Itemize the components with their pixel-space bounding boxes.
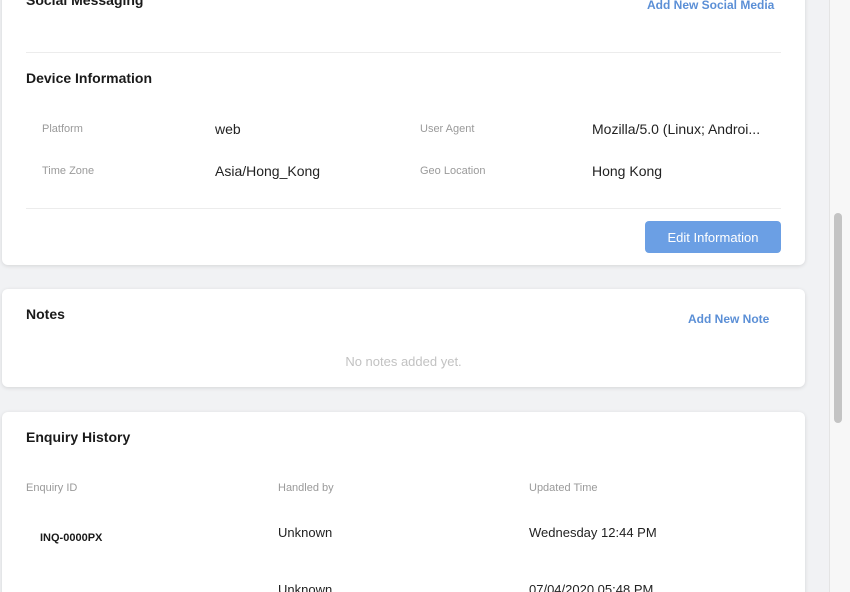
time-zone-value: Asia/Hong_Kong <box>215 163 321 179</box>
notes-title: Notes <box>26 306 65 322</box>
edit-information-button[interactable]: Edit Information <box>645 221 781 253</box>
vertical-scrollbar[interactable] <box>829 0 850 592</box>
enquiry-id-cell[interactable]: INQ-0000PX <box>40 532 102 544</box>
geo-location-label: Geo Location <box>420 165 486 177</box>
updated-time-cell: Wednesday 12:44 PM <box>529 525 657 540</box>
user-agent-label: User Agent <box>420 123 475 135</box>
platform-value: web <box>215 121 241 137</box>
contact-detail-page: Social Messaging Add New Social Media De… <box>0 0 850 592</box>
updated-time-cell: 07/04/2020 05:48 PM <box>529 582 654 592</box>
divider <box>26 208 781 209</box>
social-messaging-title: Social Messaging <box>26 0 144 8</box>
enquiry-history-card: Enquiry History Enquiry ID Handled by Up… <box>2 412 805 592</box>
column-header-enquiry-id[interactable]: Enquiry ID <box>26 482 77 494</box>
scrollbar-thumb[interactable] <box>834 213 842 423</box>
divider <box>26 52 781 53</box>
enquiry-history-title: Enquiry History <box>26 429 131 445</box>
add-social-media-link[interactable]: Add New Social Media <box>647 0 774 12</box>
geo-location-value: Hong Kong <box>592 163 663 179</box>
add-new-note-link[interactable]: Add New Note <box>688 312 769 326</box>
device-info-title: Device Information <box>26 70 153 86</box>
column-header-handled-by[interactable]: Handled by <box>278 482 334 494</box>
column-header-updated-time[interactable]: Updated Time <box>529 482 597 494</box>
notes-empty-state: No notes added yet. <box>345 354 462 369</box>
device-info-card: Social Messaging Add New Social Media De… <box>2 0 805 265</box>
time-zone-label: Time Zone <box>42 165 95 177</box>
handled-by-cell: Unknown <box>278 582 333 592</box>
notes-card: Notes Add New Note No notes added yet. <box>2 289 805 387</box>
platform-label: Platform <box>42 123 83 135</box>
handled-by-cell: Unknown <box>278 525 333 540</box>
user-agent-value: Mozilla/5.0 (Linux; Androi... <box>592 121 761 137</box>
